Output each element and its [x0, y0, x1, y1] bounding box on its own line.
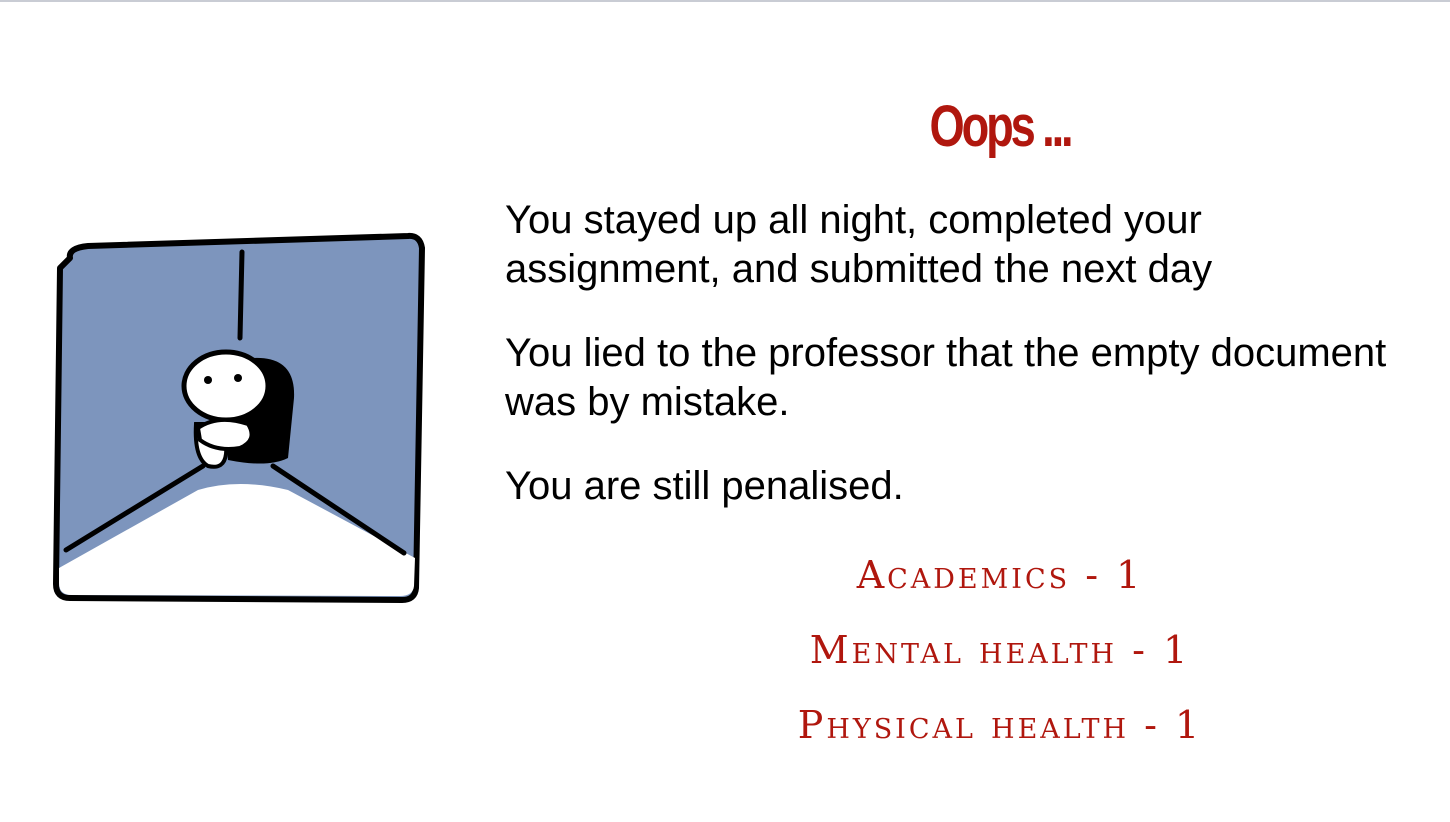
story-text: You stayed up all night, completed your … — [505, 196, 1405, 546]
slide-title: Oops ... — [929, 94, 1074, 159]
sad-person-illustration-icon — [48, 228, 432, 612]
story-paragraph-2: You lied to the professor that the empty… — [505, 331, 1387, 424]
stat-mental-health: Mental health - 1 — [809, 628, 1191, 672]
story-paragraph-1: You stayed up all night, completed your … — [505, 198, 1213, 291]
stat-academics: Academics - 1 — [856, 553, 1144, 597]
story-paragraph-3: You are still penalised. — [505, 464, 904, 508]
stat-changes: Academics - 1 Mental health - 1 Physical… — [700, 538, 1300, 763]
stat-physical-health: Physical health - 1 — [797, 703, 1203, 747]
top-border — [0, 0, 1450, 2]
